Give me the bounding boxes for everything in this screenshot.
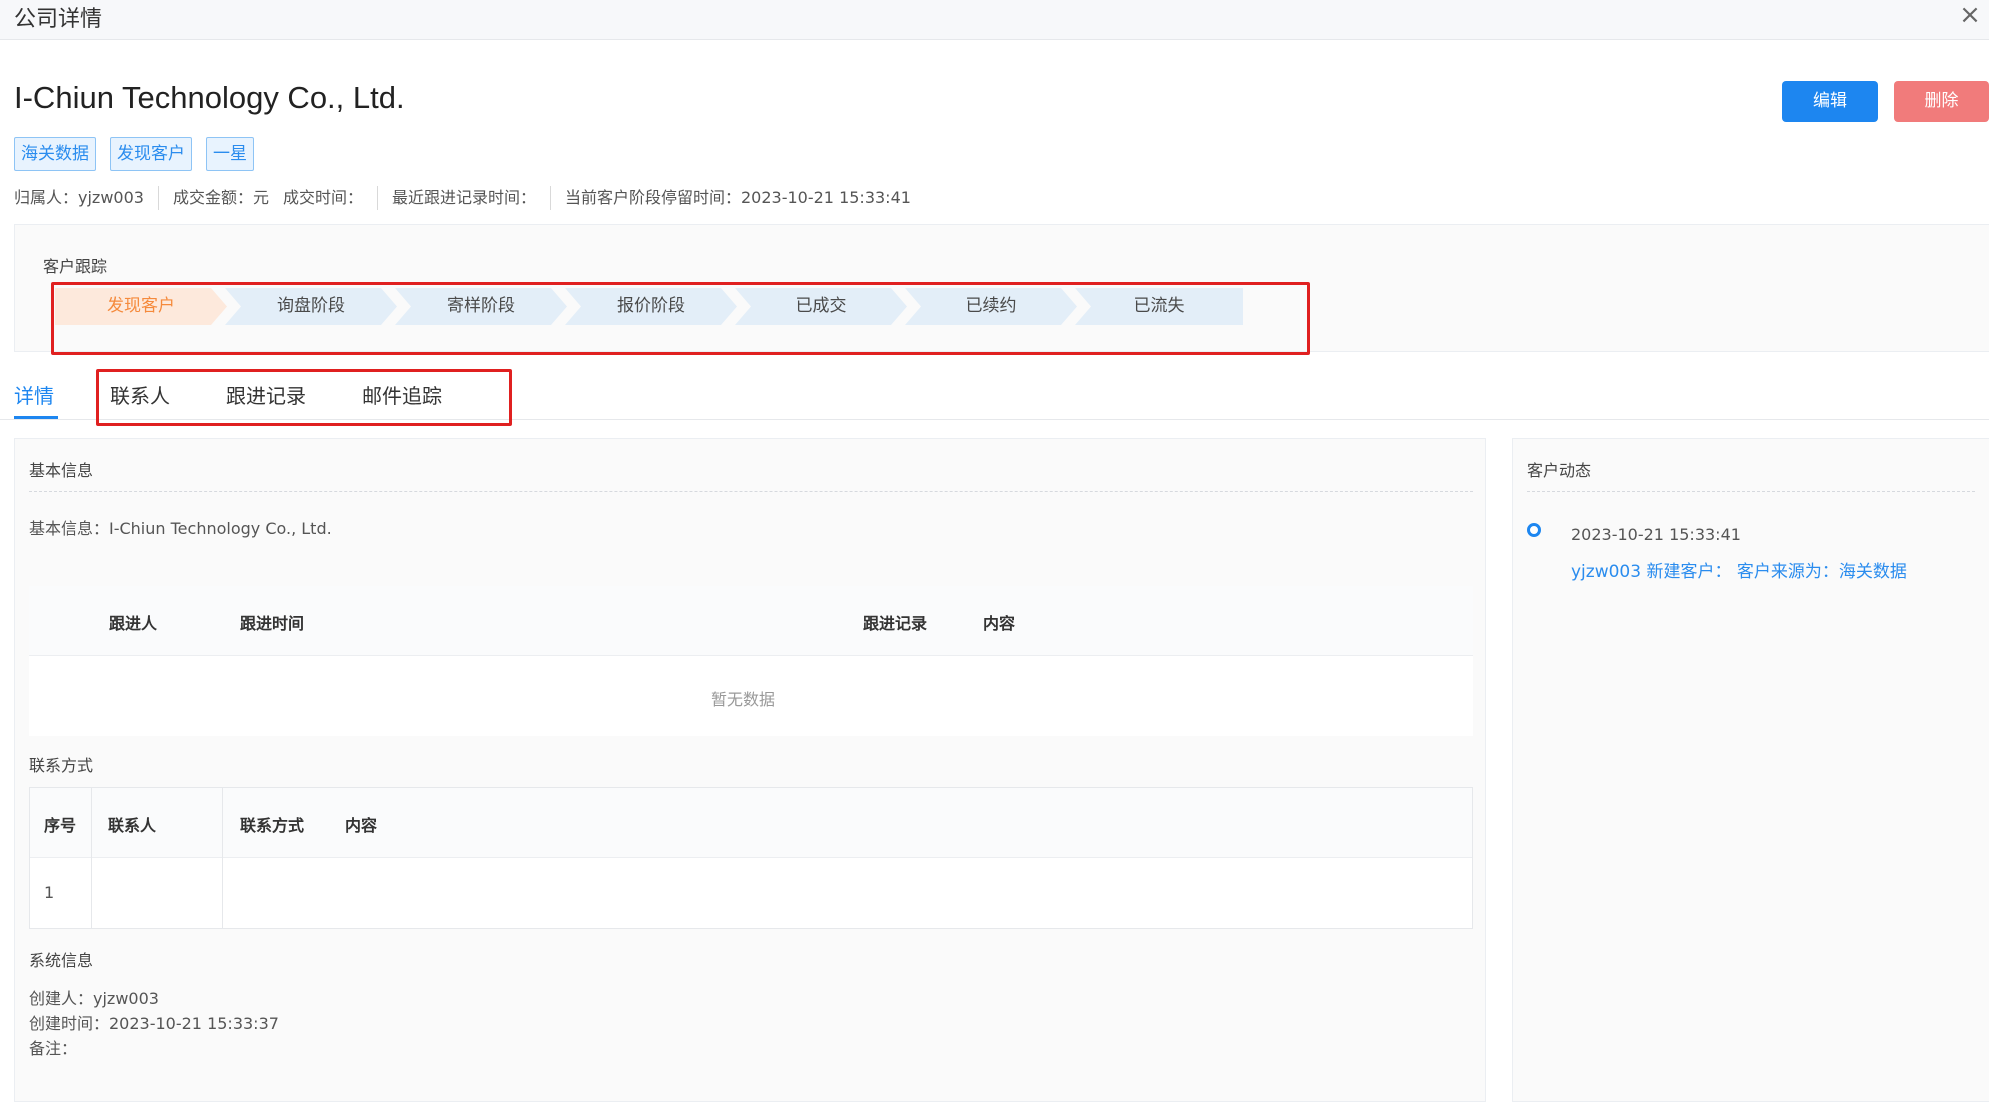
activity-title: 客户动态 [1527,461,1592,480]
follow-table-header: 跟进人 跟进时间 跟进记录 内容 [29,586,1473,656]
timeline-dot-icon [1527,523,1541,537]
contact-row-index: 1 [44,883,55,902]
col-index: 序号 [44,816,77,835]
edit-button[interactable]: 编辑 [1782,81,1878,122]
meta-owner: 归属人：yjzw003 [14,188,144,207]
company-name: I-Chiun Technology Co., Ltd. [14,80,405,115]
empty-data-text: 暂无数据 [711,690,776,709]
col-content: 内容 [983,614,1016,633]
remark-line: 备注： [29,1039,78,1058]
basic-info-title: 基本信息 [29,461,94,480]
dialog-title-bar: 公司详情 × [0,0,1989,40]
col-divider [222,788,223,928]
created-at-line: 创建时间：2023-10-21 15:33:37 [29,1014,279,1033]
col-follow-record: 跟进记录 [863,614,928,633]
creator-line: 创建人：yjzw003 [29,989,159,1008]
system-info-title: 系统信息 [29,951,94,970]
col-contact-content: 内容 [345,816,378,835]
col-follow-time: 跟进时间 [240,614,305,633]
col-contact-person: 联系人 [108,816,157,835]
follow-table: 跟进人 跟进时间 跟进记录 内容 暂无数据 [29,586,1473,736]
contact-table-header: 序号 联系人 联系方式 内容 [30,788,1472,858]
meta-deal-amount: 成交金额：元 [157,186,283,210]
stages-highlight-box [51,282,1310,355]
details-panel: 基本信息 基本信息：I-Chiun Technology Co., Ltd. 跟… [14,438,1486,1102]
tag-discover-customer: 发现客户 [110,137,192,171]
customer-activity-panel: 客户动态 2023-10-21 15:33:41 yjzw003 新建客户： 客… [1512,438,1989,1102]
basic-info-line: 基本信息：I-Chiun Technology Co., Ltd. [29,519,332,538]
meta-last-follow-time: 最近跟进记录时间： [376,186,550,210]
company-tags: 海关数据 发现客户 一星 [14,137,254,171]
meta-stage-stay-time: 当前客户阶段停留时间：2023-10-21 15:33:41 [550,186,925,210]
delete-button[interactable]: 删除 [1894,81,1989,122]
company-meta: 归属人：yjzw003 成交金额：元 成交时间： 最近跟进记录时间： 当前客户阶… [14,186,925,210]
col-follower: 跟进人 [109,614,158,633]
tag-star-rating: 一星 [206,137,254,171]
tabs-highlight-box [96,369,512,426]
section-divider [1527,491,1975,492]
close-icon[interactable]: × [1957,0,1983,30]
tag-customs-data: 海关数据 [14,137,96,171]
dialog-title: 公司详情 [14,7,103,32]
section-divider [29,491,1473,492]
activity-text[interactable]: yjzw003 新建客户： 客户来源为：海关数据 [1571,557,1931,582]
col-divider [91,788,92,928]
col-contact-method: 联系方式 [240,816,305,835]
contact-table: 序号 联系人 联系方式 内容 1 [29,787,1473,929]
activity-time: 2023-10-21 15:33:41 [1571,525,1741,544]
contact-title: 联系方式 [29,756,94,775]
meta-deal-time: 成交时间： [282,188,363,207]
active-tab-indicator [14,416,58,419]
tab-details[interactable]: 详情 [14,380,54,409]
tracking-label: 客户跟踪 [43,257,108,276]
